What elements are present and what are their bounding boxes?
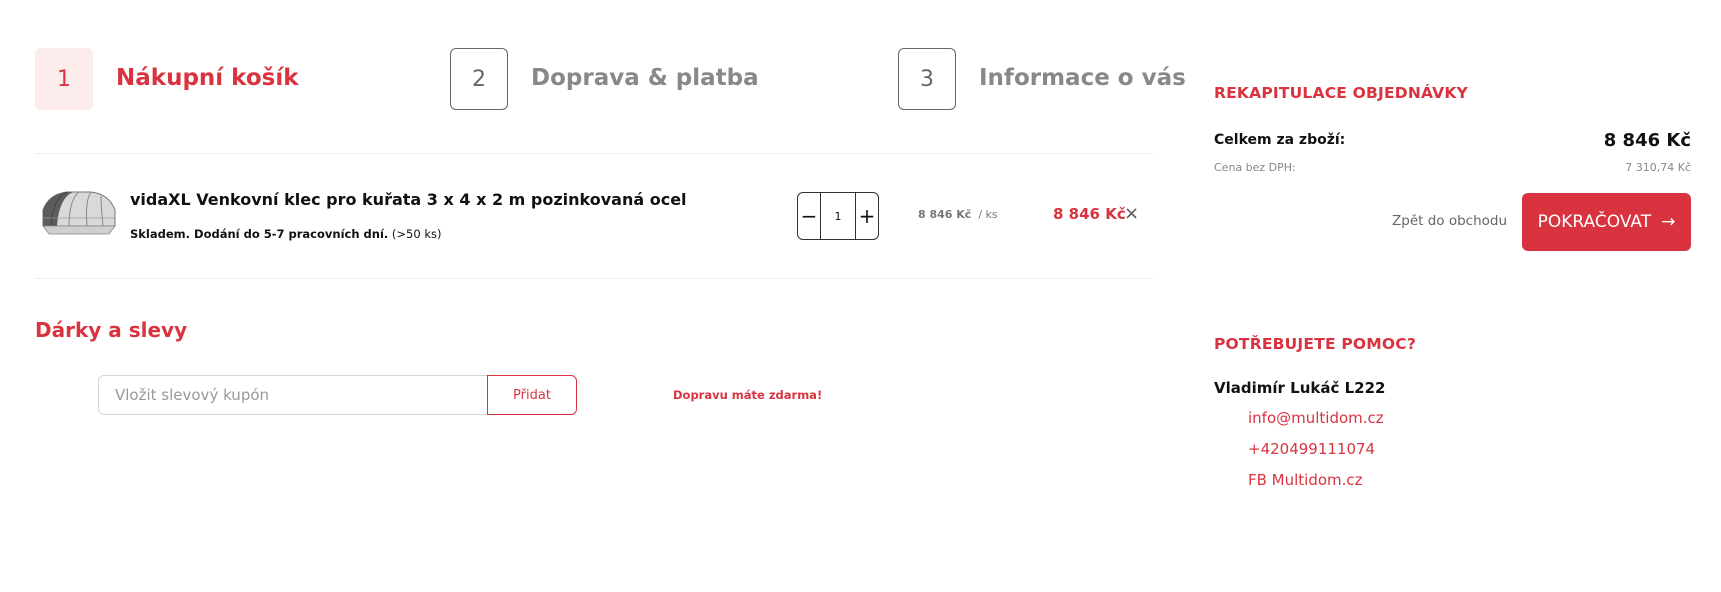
continue-button[interactable]: POKRAČOVAT → — [1522, 193, 1691, 251]
step-3-label[interactable]: Informace o vás — [979, 65, 1186, 91]
step-2-label[interactable]: Doprava & platba — [531, 65, 759, 91]
decrease-quantity-button[interactable]: − — [798, 193, 821, 239]
add-coupon-button[interactable]: Přidat — [487, 375, 577, 415]
step-2-number[interactable]: 2 — [450, 48, 508, 110]
contact-email-link[interactable]: info@multidom.cz — [1248, 409, 1384, 427]
quantity-input[interactable] — [821, 193, 855, 239]
total-label: Celkem za zboží: — [1214, 132, 1346, 148]
divider — [35, 278, 1153, 279]
stock-count: (>50 ks) — [391, 227, 442, 241]
stock-info: Skladem. Dodání do 5-7 pracovních dní. (… — [130, 227, 441, 241]
free-shipping-notice: Dopravu máte zdarma! — [673, 388, 823, 402]
total-value: 8 846 Kč — [1603, 130, 1691, 151]
summary-heading: REKAPITULACE OBJEDNÁVKY — [1214, 84, 1469, 102]
product-name[interactable]: vidaXL Venkovní klec pro kuřata 3 x 4 x … — [130, 190, 687, 209]
facebook-link[interactable]: FB Multidom.cz — [1248, 471, 1363, 489]
remove-item-icon[interactable]: × — [1124, 205, 1139, 223]
increase-quantity-button[interactable]: + — [855, 193, 878, 239]
step-1-label[interactable]: Nákupní košík — [116, 65, 299, 91]
stock-status: Skladem. Dodání do 5-7 pracovních dní. — [130, 227, 389, 241]
product-thumbnail[interactable] — [39, 188, 119, 240]
net-price-label: Cena bez DPH: — [1214, 161, 1296, 174]
help-heading: POTŘEBUJETE POMOC? — [1214, 335, 1417, 353]
divider — [35, 153, 1153, 154]
arrow-right-icon: → — [1661, 212, 1676, 232]
step-1-number[interactable]: 1 — [35, 48, 93, 110]
net-price-value: 7 310,74 Kč — [1625, 161, 1691, 174]
unit-price: 8 846 Kč / ks — [918, 208, 998, 221]
continue-button-label: POKRAČOVAT — [1537, 212, 1652, 232]
contact-name: Vladimír Lukáč L222 — [1214, 379, 1386, 397]
contact-phone-link[interactable]: +420499111074 — [1248, 440, 1375, 458]
line-total: 8 846 Kč — [1053, 205, 1126, 223]
back-to-shop-link[interactable]: Zpět do obchodu — [1392, 213, 1507, 229]
step-3-number[interactable]: 3 — [898, 48, 956, 110]
coupon-input[interactable] — [98, 375, 487, 415]
unit-price-value: 8 846 Kč — [918, 208, 972, 221]
quantity-stepper[interactable]: − + — [797, 192, 879, 240]
unit-price-suffix: / ks — [978, 208, 998, 221]
gifts-title: Dárky a slevy — [35, 318, 188, 342]
